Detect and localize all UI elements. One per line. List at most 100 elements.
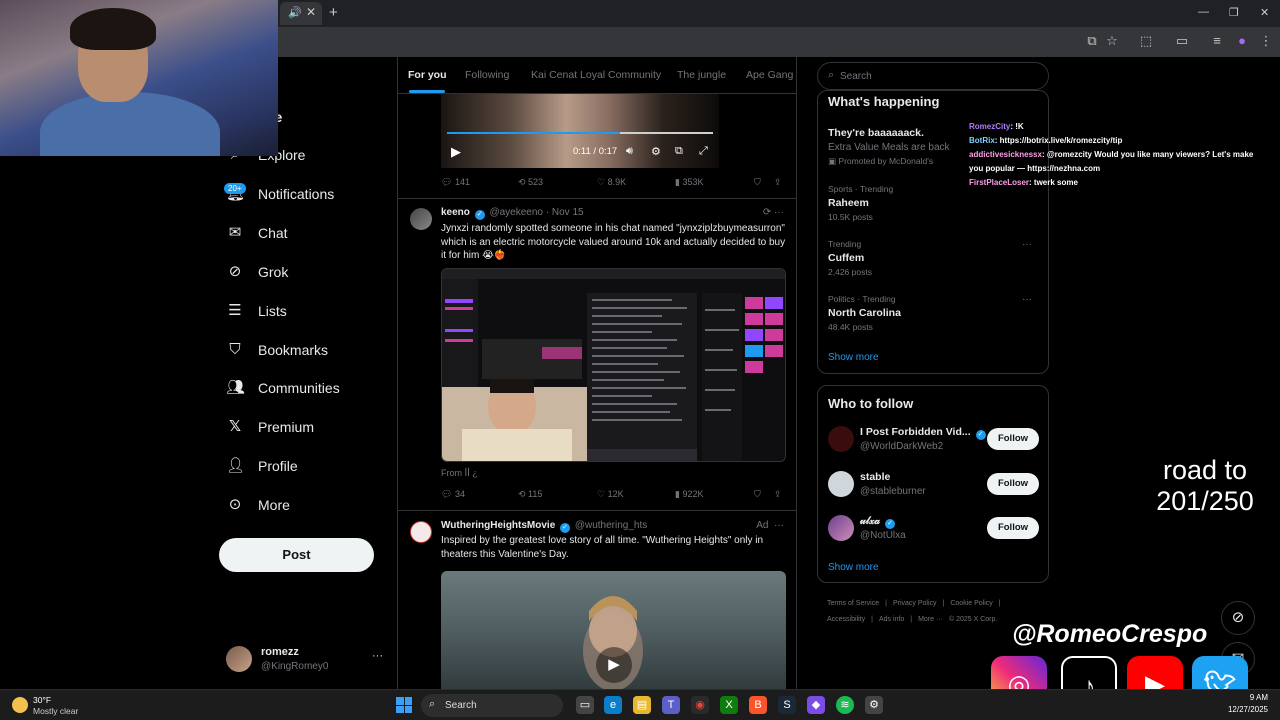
browser-tab[interactable]: 🔊 ✕ <box>280 2 322 25</box>
system-clock[interactable]: 9 AM 12/27/2025 <box>1224 692 1268 716</box>
share-icon[interactable]: ⇪ <box>774 489 782 500</box>
follow-button[interactable]: Follow <box>987 428 1039 450</box>
tab-ape-gang[interactable]: Ape Gang <box>746 69 793 81</box>
more-dots-icon[interactable]: ··· <box>372 650 383 662</box>
trend-item[interactable]: Politics · Trending North Carolina 48.4K… <box>828 294 1038 332</box>
chrome-icon[interactable]: ◉ <box>691 696 709 714</box>
footer-link[interactable]: Accessibility <box>827 616 865 623</box>
tab-kai-cenat-loyal-community[interactable]: Kai Cenat Loyal Community <box>531 69 661 81</box>
new-tab-button[interactable]: + <box>329 4 338 21</box>
nav-grok[interactable]: ⊘ Grok <box>226 258 289 286</box>
follow-suggestion[interactable]: stable @stableburner Follow <box>828 469 1040 503</box>
minimize-button[interactable]: — <box>1198 6 1209 18</box>
nav-chat[interactable]: ✉ Chat <box>226 219 288 247</box>
nav-bookmarks[interactable]: ⛉ Bookmarks <box>226 336 328 364</box>
account-switcher[interactable]: romezz @KingRomey0 ··· <box>226 644 386 674</box>
install-app-icon[interactable]: ⧉ <box>1084 33 1100 49</box>
nav-premium[interactable]: 𝕏 Premium <box>226 413 314 441</box>
xbox-icon[interactable]: X <box>720 696 738 714</box>
nav-profile[interactable]: 👤︎ Profile <box>226 452 298 480</box>
trend-item[interactable]: Trending Cuffem 2,426 posts ··· <box>828 239 1038 277</box>
nav-lists[interactable]: ☰ Lists <box>226 297 287 325</box>
fullscreen-icon[interactable]: ⤢ <box>699 145 708 158</box>
search-input[interactable]: ⌕ Search <box>817 62 1049 90</box>
post-text: Inspired by the greatest love story of a… <box>441 535 764 560</box>
repost-button[interactable]: ⟲ 115 <box>518 489 542 500</box>
video-player[interactable]: ▶ <box>441 571 786 690</box>
views-button[interactable]: ▮ 353K <box>675 177 703 188</box>
taskbar-search[interactable]: ⌕ Search <box>421 694 563 717</box>
speaker-icon[interactable]: 🔊 <box>288 6 302 19</box>
footer-link[interactable]: Terms of Service <box>827 600 879 607</box>
bookmark-icon[interactable]: ⛉ <box>754 489 761 500</box>
video-progress-bar[interactable] <box>447 132 713 134</box>
footer-link[interactable]: Privacy Policy <box>893 600 937 607</box>
post-button[interactable]: Post <box>219 538 374 572</box>
avatar[interactable] <box>410 521 432 543</box>
bookmark-icon: ⛉ <box>229 341 241 358</box>
tab-the-jungle[interactable]: The jungle <box>677 69 726 81</box>
like-button[interactable]: ♡ 8.9K <box>597 177 626 188</box>
follow-suggestion[interactable]: 𝓊𝓁𝓍𝒶 ✓ @NotUlxa Follow <box>828 513 1040 547</box>
reply-button[interactable]: 💬︎ 141 <box>441 177 470 188</box>
sidebar-icon[interactable]: ▭ <box>1174 33 1190 49</box>
copilot-icon[interactable]: ◆ <box>807 696 825 714</box>
pip-icon[interactable]: ⧉ <box>675 145 683 158</box>
follow-suggestion[interactable]: I Post Forbidden Vid... ✓ @WorldDarkWeb2… <box>828 424 1040 458</box>
footer-link[interactable]: Cookie Policy <box>950 600 992 607</box>
stream-chat-overlay: RomezCity: !K BotRix: https://botrix.liv… <box>969 120 1269 190</box>
nav-more[interactable]: ⊙ More <box>226 491 290 519</box>
more-dots-icon[interactable]: ⟳ ··· <box>763 207 784 218</box>
footer-link[interactable]: More ··· <box>918 616 943 623</box>
follow-button[interactable]: Follow <box>987 473 1039 495</box>
play-icon[interactable]: ▶ <box>451 144 461 160</box>
author-name[interactable]: keeno <box>441 207 470 218</box>
more-dots-icon[interactable]: ··· <box>1022 294 1032 305</box>
teams-icon[interactable]: T <box>662 696 680 714</box>
post-date[interactable]: Nov 15 <box>552 207 584 218</box>
media-control-icon[interactable]: ≡ <box>1209 33 1225 49</box>
show-more-link[interactable]: Show more <box>828 352 879 363</box>
tab-following[interactable]: Following <box>465 69 509 81</box>
bookmark-icon[interactable]: ⛉ <box>754 177 761 188</box>
star-icon[interactable]: ☆ <box>1104 33 1120 49</box>
footer-link[interactable]: Ads info <box>879 616 904 623</box>
edge-icon[interactable]: e <box>604 696 622 714</box>
play-icon[interactable]: ▶ <box>596 647 632 683</box>
settings-icon[interactable]: ⚙ <box>651 145 661 158</box>
tab-for-you[interactable]: For you <box>408 69 447 81</box>
volume-icon[interactable]: 🔊︎ <box>626 145 633 158</box>
share-icon[interactable]: ⇪ <box>774 177 782 188</box>
author-handle[interactable]: @ayekeeno <box>489 207 543 218</box>
steam-icon[interactable]: S <box>778 696 796 714</box>
menu-icon[interactable]: ⋮ <box>1258 33 1274 49</box>
extensions-icon[interactable]: ⬚ <box>1138 33 1154 49</box>
author-name[interactable]: WutheringHeightsMovie <box>441 520 555 531</box>
author-handle[interactable]: @wuthering_hts <box>575 520 647 531</box>
like-button[interactable]: ♡ 12K <box>597 489 624 500</box>
more-dots-icon[interactable]: ··· <box>1022 239 1032 250</box>
weather-widget[interactable]: 30°F Mostly clear <box>10 694 90 718</box>
profile-icon[interactable]: ● <box>1234 33 1250 49</box>
post-image[interactable] <box>441 268 786 462</box>
reply-button[interactable]: 💬︎ 34 <box>441 489 465 500</box>
task-view-icon[interactable]: ▭ <box>576 696 594 714</box>
settings-icon[interactable]: ⚙ <box>865 696 883 714</box>
views-button[interactable]: ▮ 922K <box>675 489 703 500</box>
nav-communities[interactable]: 👥︎ Communities <box>226 374 340 402</box>
follow-button[interactable]: Follow <box>987 517 1039 539</box>
chat-text: : https://botrix.live/k/romezcity/tip <box>994 136 1123 145</box>
file-explorer-icon[interactable]: ▤ <box>633 696 651 714</box>
spotify-icon[interactable]: ≋ <box>836 696 854 714</box>
maximize-button[interactable]: ❐ <box>1229 6 1239 19</box>
brave-icon[interactable]: B <box>749 696 767 714</box>
grok-icon[interactable]: ⊘ <box>1221 601 1255 635</box>
tab-close-icon[interactable]: ✕ <box>306 5 316 19</box>
avatar[interactable] <box>410 208 432 230</box>
copyright: © 2025 X Corp. <box>948 616 998 623</box>
repost-button[interactable]: ⟲ 523 <box>518 177 543 188</box>
close-window-button[interactable]: ✕ <box>1260 6 1269 19</box>
windows-start-icon[interactable] <box>396 697 412 713</box>
show-more-link[interactable]: Show more <box>828 562 879 573</box>
video-player[interactable]: ▶ 0:11 / 0:17 🔊︎ ⚙ ⧉ ⤢ <box>441 94 719 168</box>
